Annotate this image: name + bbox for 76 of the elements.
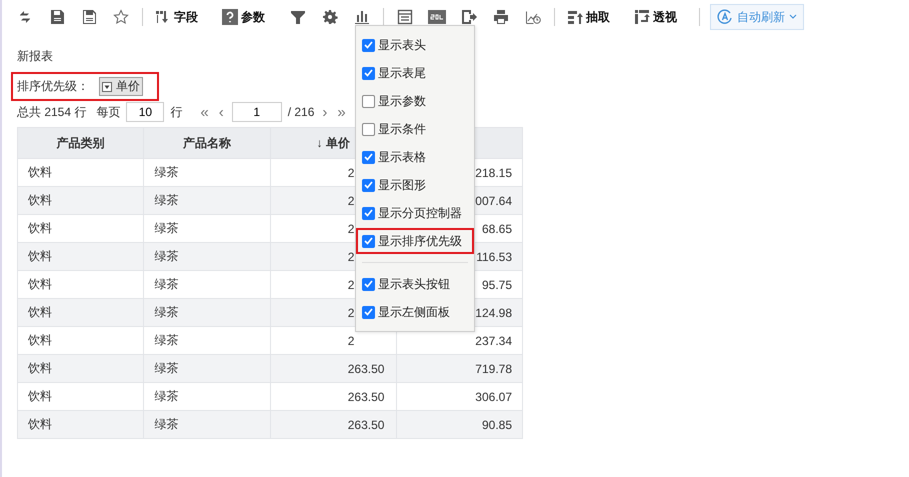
table-cell: 饮料 <box>18 158 144 186</box>
report-title: 新报表 <box>17 48 53 65</box>
page-field[interactable]: 1 <box>232 102 282 122</box>
table-cell: 饮料 <box>18 354 144 382</box>
checkbox[interactable] <box>362 38 375 52</box>
chart-clock-icon <box>525 9 541 25</box>
sort-priority-label: 排序优先级： <box>17 78 89 95</box>
table-cell: 90.85 <box>396 410 522 438</box>
per-page-field[interactable]: 10 <box>126 102 164 122</box>
checkbox[interactable] <box>362 122 375 136</box>
checkbox[interactable] <box>362 66 375 80</box>
table-cell: 绿茶 <box>144 298 270 326</box>
bar-chart-icon <box>354 9 370 25</box>
table-cell: 饮料 <box>18 270 144 298</box>
chevron-down-icon <box>789 14 797 20</box>
first-page-button[interactable]: « <box>198 104 211 120</box>
export-icon <box>461 9 477 25</box>
checkbox[interactable] <box>362 234 375 248</box>
table-cell: 绿茶 <box>144 354 270 382</box>
table-cell: 绿茶 <box>144 326 270 354</box>
checkbox[interactable] <box>362 306 375 318</box>
menu-item[interactable]: 显示排序优先级 <box>356 228 474 254</box>
rows-label: 行 <box>170 104 182 120</box>
total-rows: 总共 2154 行 <box>17 104 86 120</box>
settings-icon <box>322 9 338 25</box>
menu-item[interactable]: 显示表头 <box>356 32 474 58</box>
save-icon <box>49 9 65 25</box>
table-cell: 绿茶 <box>144 158 270 186</box>
next-page-button[interactable]: › <box>320 104 330 120</box>
checkbox[interactable] <box>362 178 375 192</box>
checkbox[interactable] <box>362 278 375 290</box>
caret-icon <box>102 82 112 92</box>
page-count: / 216 <box>288 105 314 119</box>
last-page-button[interactable]: » <box>335 104 348 120</box>
table-cell: 306.07 <box>396 382 522 410</box>
table-cell: 饮料 <box>18 298 144 326</box>
params-button[interactable]: 参数 <box>216 4 271 30</box>
previous-page-button[interactable]: ‹ <box>216 104 226 120</box>
menu-item[interactable]: 显示参数 <box>356 88 474 114</box>
sort-chip[interactable]: 单价 <box>99 77 143 96</box>
checkbox[interactable] <box>362 94 375 108</box>
table-cell: 绿茶 <box>144 186 270 214</box>
table-cell: 263.50 <box>270 382 396 410</box>
table-cell: 绿茶 <box>144 270 270 298</box>
table-cell: 263.50 <box>270 354 396 382</box>
menu-item[interactable]: 显示表尾 <box>356 60 474 86</box>
checkbox[interactable] <box>362 150 375 164</box>
table-cell: 饮料 <box>18 326 144 354</box>
fields-icon <box>155 9 171 25</box>
table-cell: 2 <box>270 326 396 354</box>
table-cell: 饮料 <box>18 382 144 410</box>
table-cell: 绿茶 <box>144 382 270 410</box>
per-page-label: 每页 <box>96 104 120 120</box>
layout-icon <box>397 9 413 25</box>
table-cell: 饮料 <box>18 242 144 270</box>
extract-button[interactable]: 抽取 <box>561 4 616 30</box>
printer-icon <box>493 9 509 25</box>
table-cell: 263.50 <box>270 410 396 438</box>
column-header[interactable]: 产品名称 <box>144 128 270 158</box>
column-header[interactable]: 产品类别 <box>18 128 144 158</box>
checkbox[interactable] <box>362 206 375 220</box>
table-cell: 绿茶 <box>144 242 270 270</box>
table-cell: 饮料 <box>18 186 144 214</box>
table-cell: 绿茶 <box>144 214 270 242</box>
auto-icon <box>717 9 733 25</box>
table-cell: 饮料 <box>18 410 144 438</box>
refresh-icon <box>17 9 33 25</box>
table-cell: 绿茶 <box>144 410 270 438</box>
save-as-icon <box>81 9 97 25</box>
filter-icon <box>290 9 306 25</box>
question-icon <box>222 9 238 25</box>
star-icon <box>113 9 129 25</box>
table-cell: 719.78 <box>396 354 522 382</box>
fields-button[interactable]: 字段 <box>149 4 204 30</box>
table-cell: 饮料 <box>18 214 144 242</box>
pivot-button[interactable]: 透视 <box>628 4 683 30</box>
